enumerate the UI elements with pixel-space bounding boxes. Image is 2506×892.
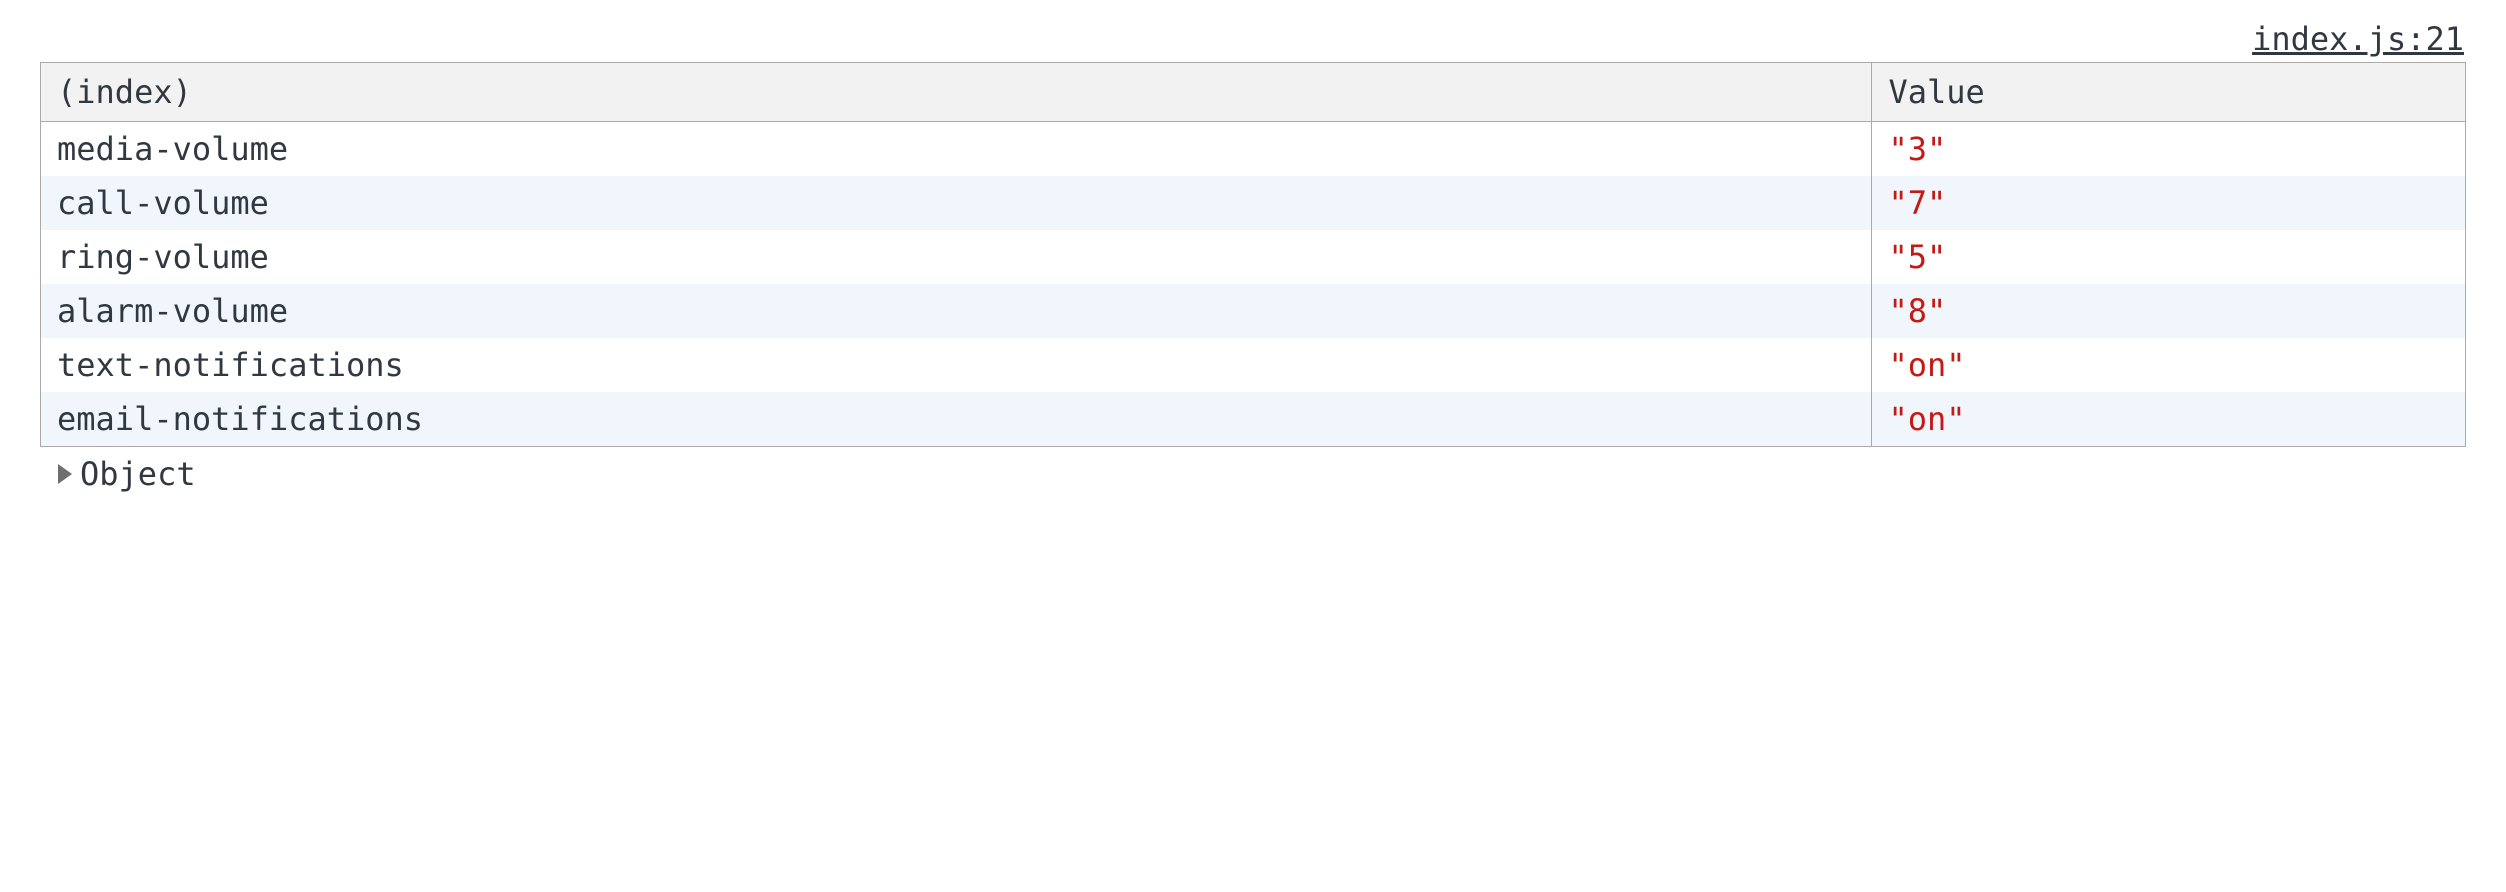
object-label: Object: [80, 455, 196, 493]
table-header-row: (index) Value: [41, 63, 2466, 122]
table-row[interactable]: alarm-volume "8": [41, 284, 2466, 338]
console-table: (index) Value media-volume "3" call-volu…: [40, 62, 2466, 447]
column-header-value[interactable]: Value: [1872, 63, 2466, 122]
table-cell-key: email-notifications: [41, 392, 1872, 447]
table-cell-value: "3": [1872, 122, 2466, 177]
object-expand-toggle[interactable]: Object: [40, 455, 2466, 493]
table-cell-value: "on": [1872, 338, 2466, 392]
table-cell-value: "5": [1872, 230, 2466, 284]
table-cell-key: call-volume: [41, 176, 1872, 230]
column-header-index[interactable]: (index): [41, 63, 1872, 122]
table-cell-key: alarm-volume: [41, 284, 1872, 338]
table-cell-key: media-volume: [41, 122, 1872, 177]
table-cell-key: ring-volume: [41, 230, 1872, 284]
table-cell-key: text-notifications: [41, 338, 1872, 392]
table-cell-value: "7": [1872, 176, 2466, 230]
table-row[interactable]: media-volume "3": [41, 122, 2466, 177]
table-row[interactable]: text-notifications "on": [41, 338, 2466, 392]
triangle-right-icon: [58, 464, 72, 484]
source-link-container: index.js:21: [40, 20, 2466, 58]
table-row[interactable]: call-volume "7": [41, 176, 2466, 230]
table-row[interactable]: email-notifications "on": [41, 392, 2466, 447]
table-cell-value: "on": [1872, 392, 2466, 447]
table-cell-value: "8": [1872, 284, 2466, 338]
table-row[interactable]: ring-volume "5": [41, 230, 2466, 284]
table-body: media-volume "3" call-volume "7" ring-vo…: [41, 122, 2466, 447]
source-link[interactable]: index.js:21: [2252, 20, 2464, 58]
